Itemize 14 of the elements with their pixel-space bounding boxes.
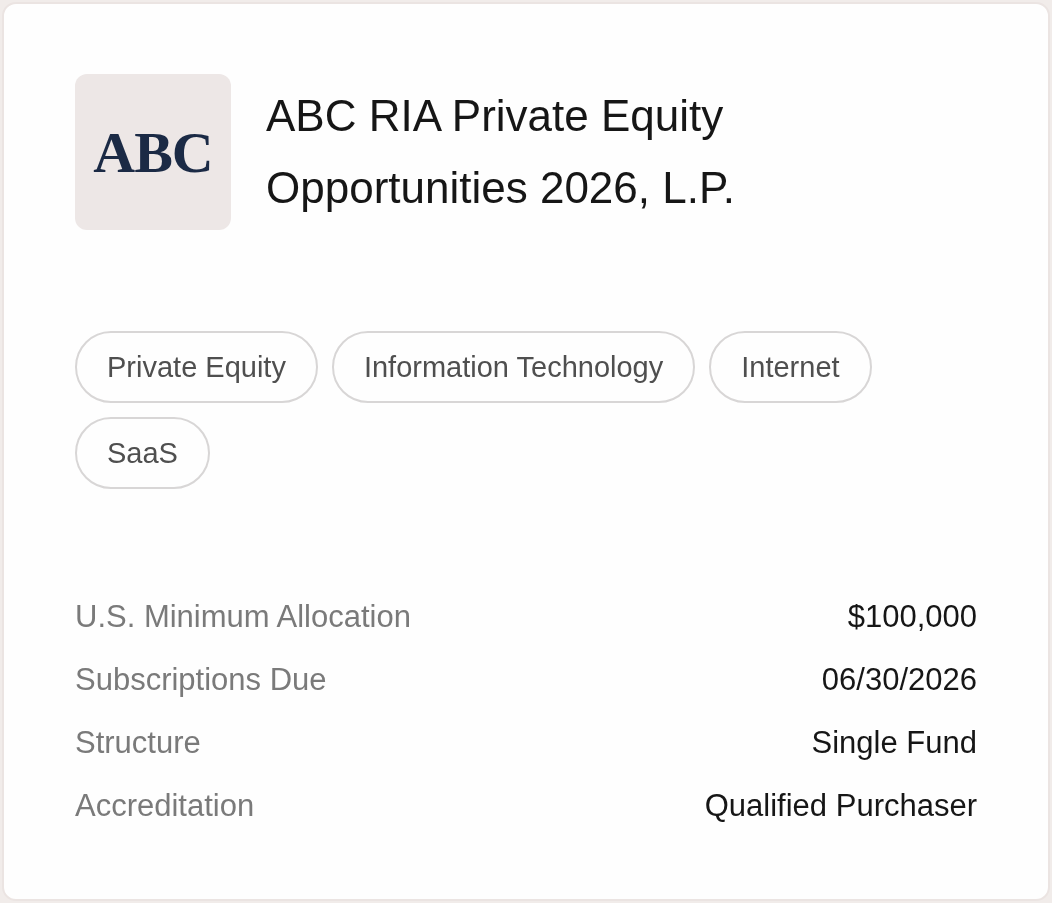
logo: ABC <box>75 74 231 230</box>
detail-label: U.S. Minimum Allocation <box>75 598 411 635</box>
detail-value: Qualified Purchaser <box>704 787 977 824</box>
tag: SaaS <box>75 417 210 489</box>
detail-label: Structure <box>75 724 201 761</box>
fund-title: ABC RIA Private Equity Opportunities 2026, L.P. <box>266 90 736 214</box>
detail-value: 06/30/2026 <box>821 661 977 698</box>
detail-label: Accreditation <box>75 787 255 824</box>
detail-label: Subscriptions Due <box>75 661 327 698</box>
tag: Private Equity <box>75 331 318 403</box>
detail-value: Single Fund <box>811 724 977 761</box>
detail-value: $100,000 <box>847 598 977 635</box>
tag: Internet <box>709 331 872 403</box>
tag: Information Technology <box>331 331 696 403</box>
